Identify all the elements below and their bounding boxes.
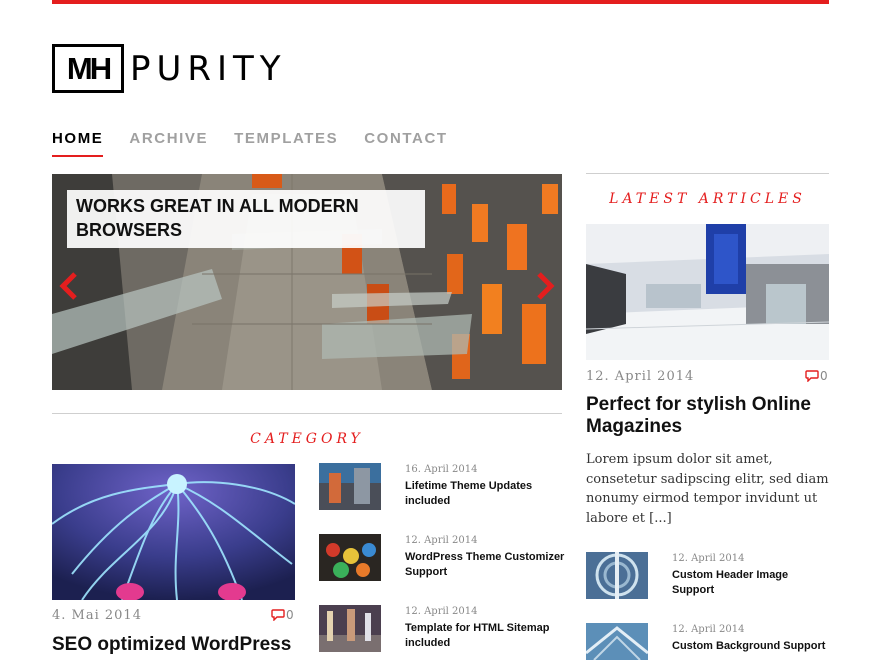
list-item-title[interactable]: Lifetime Theme Updates included (405, 479, 555, 509)
list-item-date: 12. April 2014 (405, 535, 478, 546)
list-item-title[interactable]: WordPress Theme Customizer Support (405, 550, 565, 580)
main-navigation: HOME ARCHIVE TEMPLATES CONTACT (52, 130, 474, 157)
sidebar-list-title[interactable]: Custom Header Image Support (672, 568, 832, 598)
list-item-date: 12. April 2014 (405, 606, 478, 617)
chevron-right-icon[interactable] (534, 271, 556, 307)
comment-icon (805, 370, 819, 382)
sidebar-featured-comments[interactable]: 0 (805, 369, 828, 383)
nav-item-templates[interactable]: TEMPLATES (234, 130, 338, 157)
logo-mark-text: MH (66, 51, 112, 86)
list-item-thumbnail[interactable] (319, 463, 381, 510)
top-accent-bar (52, 0, 829, 4)
sidebar-list-title[interactable]: Custom Background Support (672, 639, 832, 654)
sidebar-list-date: 12. April 2014 (672, 624, 745, 635)
list-item-thumbnail[interactable] (319, 605, 381, 652)
category-section-title: CATEGORY (250, 431, 364, 447)
nav-item-contact[interactable]: CONTACT (364, 130, 447, 157)
sidebar-list-thumbnail[interactable] (586, 623, 648, 660)
sidebar-list-date: 12. April 2014 (672, 553, 745, 564)
featured-comments[interactable]: 0 (271, 608, 294, 622)
sidebar-featured-date: 12. April 2014 (586, 369, 695, 384)
sidebar-divider (586, 173, 829, 174)
category-divider (52, 413, 562, 414)
chevron-left-icon[interactable] (58, 271, 80, 307)
sidebar-featured-title[interactable]: Perfect for stylish Online Magazines (586, 394, 829, 438)
sidebar-featured-excerpt: Lorem ipsum dolor sit amet, consetetur s… (586, 450, 831, 528)
sidebar-list-thumbnail[interactable] (586, 552, 648, 599)
sidebar-section-title: LATEST ARTICLES (609, 191, 806, 207)
comment-count: 0 (820, 369, 828, 383)
featured-post-date: 4. Mai 2014 (52, 608, 142, 623)
comment-icon (271, 609, 285, 621)
read-more-link[interactable]: [...] (649, 511, 672, 526)
featured-post-title[interactable]: SEO optimized WordPress (52, 634, 312, 656)
list-item-title[interactable]: Template for HTML Sitemap included (405, 621, 555, 651)
sidebar-featured-image[interactable] (586, 224, 829, 360)
nav-item-archive[interactable]: ARCHIVE (129, 130, 208, 157)
category-featured-image[interactable] (52, 464, 295, 600)
slider-caption[interactable]: WORKS GREAT IN ALL MODERN BROWSERS (67, 190, 425, 248)
list-item-thumbnail[interactable] (319, 534, 381, 581)
excerpt-text: Lorem ipsum dolor sit amet, consetetur s… (586, 452, 829, 526)
site-logo-name[interactable]: PURITY (130, 46, 287, 92)
comment-count: 0 (286, 608, 294, 622)
site-logo-mark[interactable]: MH (52, 44, 124, 93)
list-item-date: 16. April 2014 (405, 464, 478, 475)
nav-item-home[interactable]: HOME (52, 130, 104, 157)
